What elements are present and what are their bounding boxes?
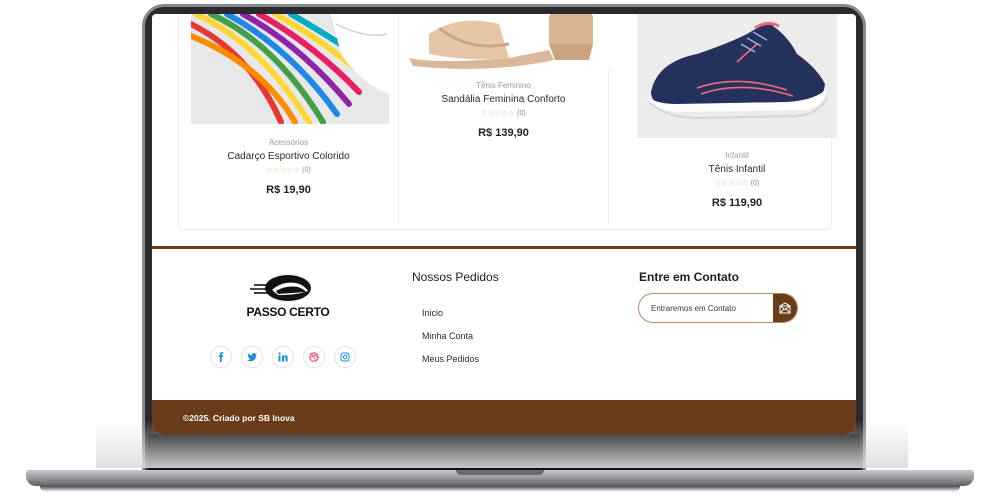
orders-section-title: Nossos Pedidos bbox=[412, 270, 499, 284]
product-rating: ☆☆☆☆☆ (0) bbox=[399, 109, 608, 117]
navy-pink-sneaker-image[interactable] bbox=[637, 14, 837, 138]
linkedin-icon bbox=[278, 352, 288, 362]
product-card[interactable]: Tênis Feminino Sandália Feminina Confort… bbox=[399, 14, 609, 224]
rainbow-shoelaces-image[interactable] bbox=[191, 14, 389, 124]
footer-link-meus-pedidos[interactable]: Meus Pedidos bbox=[422, 354, 479, 364]
product-rating: ☆☆☆☆☆ (0) bbox=[637, 179, 837, 187]
contact-email-input[interactable] bbox=[639, 294, 776, 322]
site-footer: PASSO CERTO Nossos Pedidos Inicio Minha … bbox=[152, 249, 856, 400]
product-price: R$ 19,90 bbox=[266, 184, 311, 196]
copyright-bar: ©2025. Criado por SB Inova bbox=[152, 400, 856, 434]
star-rating-icons: ☆☆☆☆☆ bbox=[481, 110, 516, 117]
product-grid: Acessórios Cadarço Esportivo Colorido ☆☆… bbox=[178, 14, 837, 230]
dribbble-icon bbox=[309, 352, 319, 362]
footer-link-inicio[interactable]: Inicio bbox=[422, 308, 443, 318]
product-category: Tênis Feminino bbox=[476, 81, 531, 90]
beige-sandal-image[interactable] bbox=[399, 14, 609, 70]
instagram-icon bbox=[340, 352, 350, 362]
product-price: R$ 119,90 bbox=[711, 197, 763, 209]
review-count: (0) bbox=[302, 167, 311, 174]
footer-link-minha-conta[interactable]: Minha Conta bbox=[422, 331, 473, 341]
facebook-link[interactable] bbox=[210, 346, 232, 368]
product-card[interactable]: Infantil Tênis Infantil ☆☆☆☆☆ (0) R$ 119,… bbox=[619, 14, 837, 224]
brand-logo[interactable]: PASSO CERTO bbox=[238, 273, 338, 323]
product-price: R$ 139,90 bbox=[478, 127, 529, 139]
review-count: (0) bbox=[750, 180, 760, 187]
star-rating-icons: ☆☆☆☆☆ bbox=[714, 180, 749, 187]
browser-screen: Acessórios Cadarço Esportivo Colorido ☆☆… bbox=[152, 14, 856, 434]
product-category: Acessórios bbox=[268, 138, 309, 147]
product-category: Infantil bbox=[725, 151, 749, 160]
dribbble-link[interactable] bbox=[303, 346, 325, 368]
facebook-icon bbox=[218, 352, 224, 362]
instagram-link[interactable] bbox=[334, 346, 356, 368]
linkedin-link[interactable] bbox=[272, 346, 294, 368]
twitter-icon bbox=[247, 353, 257, 362]
product-name[interactable]: Cadarço Esportivo Colorido bbox=[179, 151, 398, 162]
shoe-logo-icon bbox=[250, 275, 311, 301]
review-count: (0) bbox=[517, 110, 526, 117]
laptop-notch bbox=[456, 470, 544, 475]
product-name[interactable]: Tênis Infantil bbox=[637, 164, 837, 175]
brand-name: PASSO CERTO bbox=[246, 305, 330, 319]
star-rating-icons: ☆☆☆☆☆ bbox=[266, 167, 301, 174]
twitter-link[interactable] bbox=[241, 346, 263, 368]
envelope-icon bbox=[779, 302, 791, 314]
contact-submit-button[interactable] bbox=[773, 294, 797, 322]
product-rating: ☆☆☆☆☆ (0) bbox=[179, 166, 398, 174]
product-name[interactable]: Sandália Feminina Conforto bbox=[399, 94, 608, 105]
product-card[interactable]: Acessórios Cadarço Esportivo Colorido ☆☆… bbox=[179, 14, 399, 224]
contact-form bbox=[638, 293, 798, 323]
laptop-foot-shadow bbox=[40, 486, 960, 492]
copyright-text: ©2025. Criado por SB Inova bbox=[183, 413, 295, 423]
contact-section-title: Entre em Contato bbox=[639, 270, 740, 284]
